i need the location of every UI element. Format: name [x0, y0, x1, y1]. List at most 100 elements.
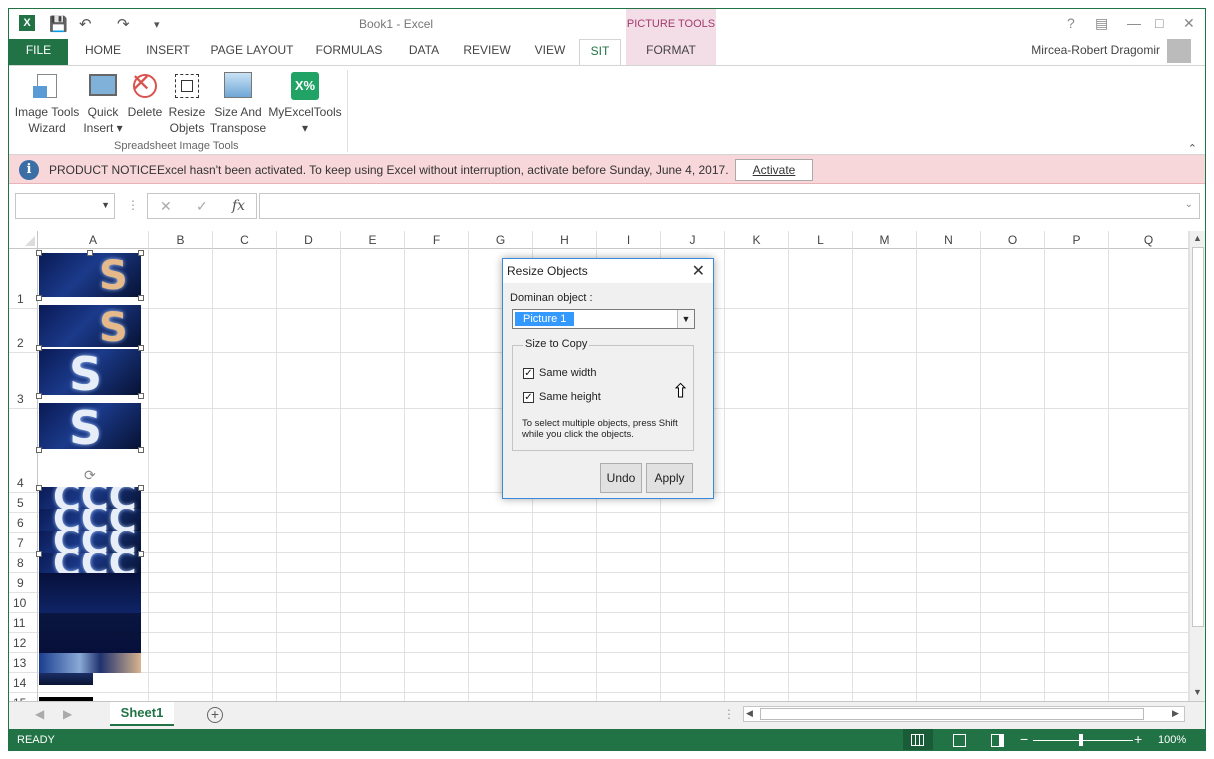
column-header-i[interactable]: I: [597, 231, 661, 249]
same-height-checkbox[interactable]: ✓: [523, 392, 534, 403]
picture[interactable]: CCC: [39, 509, 141, 531]
scroll-down-icon[interactable]: ▼: [1193, 687, 1202, 697]
horizontal-scrollbar[interactable]: ◀ ▶: [743, 706, 1185, 722]
chevron-down-icon[interactable]: ▼: [101, 200, 110, 210]
resize-handle[interactable]: [36, 485, 42, 491]
image-tools-wizard-button[interactable]: Image Tools Wizard: [13, 68, 81, 136]
column-header-j[interactable]: J: [661, 231, 725, 249]
vertical-scrollbar[interactable]: ▲ ▼: [1189, 231, 1205, 701]
row-header-3[interactable]: 3: [9, 353, 38, 409]
column-header-p[interactable]: P: [1045, 231, 1109, 249]
resize-handle[interactable]: [87, 250, 93, 256]
row-header-15[interactable]: 15: [9, 693, 38, 701]
tab-data[interactable]: DATA: [401, 39, 447, 65]
row-header-14[interactable]: 14: [9, 673, 38, 693]
user-name[interactable]: Mircea-Robert Dragomir: [1031, 43, 1160, 57]
row-header-2[interactable]: 2: [9, 309, 38, 353]
redo-icon[interactable]: ↷: [117, 15, 130, 33]
resize-handle[interactable]: [36, 393, 42, 399]
picture[interactable]: [39, 573, 141, 613]
picture[interactable]: [39, 653, 141, 673]
rotate-handle-icon[interactable]: ⟳: [84, 467, 96, 484]
insert-function-icon[interactable]: fx: [232, 198, 245, 214]
tab-insert[interactable]: INSERT: [141, 39, 195, 65]
same-width-label[interactable]: Same width: [539, 367, 596, 379]
resize-handle[interactable]: [138, 393, 144, 399]
quick-insert-button[interactable]: Quick Insert ▾: [83, 68, 123, 136]
picture[interactable]: CCC: [39, 553, 141, 573]
undo-button[interactable]: Undo: [600, 463, 642, 493]
column-header-e[interactable]: E: [341, 231, 405, 249]
picture[interactable]: [39, 613, 141, 653]
column-header-n[interactable]: N: [917, 231, 981, 249]
name-box[interactable]: ▼: [15, 193, 115, 219]
hscroll-thumb[interactable]: [760, 708, 1144, 720]
picture[interactable]: S: [39, 403, 141, 449]
row-header-1[interactable]: 1: [9, 249, 38, 309]
tab-view[interactable]: VIEW: [527, 39, 573, 65]
new-sheet-icon[interactable]: +: [207, 707, 223, 723]
resize-handle[interactable]: [36, 345, 42, 351]
normal-view-icon[interactable]: [903, 729, 933, 750]
select-all-corner[interactable]: [9, 231, 38, 249]
apply-button[interactable]: Apply: [646, 463, 693, 493]
same-height-label[interactable]: Same height: [539, 391, 601, 403]
expand-formula-icon[interactable]: ⌄: [1185, 199, 1193, 210]
column-header-m[interactable]: M: [853, 231, 917, 249]
undo-icon[interactable]: ↶: [79, 15, 92, 33]
column-header-h[interactable]: H: [533, 231, 597, 249]
tab-format[interactable]: FORMAT: [626, 39, 716, 65]
customize-qat-icon[interactable]: ▾: [154, 18, 160, 31]
page-break-view-icon[interactable]: [991, 734, 1004, 747]
help-icon[interactable]: ?: [1067, 15, 1075, 31]
zoom-slider-thumb[interactable]: [1079, 734, 1083, 746]
activate-button[interactable]: Activate: [735, 159, 813, 181]
splitter-icon[interactable]: ⋮: [723, 707, 735, 721]
tab-sit[interactable]: SIT: [579, 39, 621, 65]
scroll-up-icon[interactable]: ▲: [1193, 233, 1202, 243]
size-and-transpose-button[interactable]: Size And Transpose: [209, 68, 267, 136]
picture[interactable]: CCC: [39, 531, 141, 553]
picture[interactable]: S: [39, 305, 141, 347]
column-header-l[interactable]: L: [789, 231, 853, 249]
row-header-12[interactable]: 12: [9, 633, 38, 653]
column-header-c[interactable]: C: [213, 231, 277, 249]
scroll-right-icon[interactable]: ▶: [1172, 708, 1179, 719]
enter-icon[interactable]: ✓: [196, 198, 208, 215]
picture[interactable]: S: [39, 253, 141, 297]
row-header-10[interactable]: 10: [9, 593, 38, 613]
picture[interactable]: S: [39, 349, 141, 395]
ribbon-display-icon[interactable]: ▤: [1095, 15, 1108, 32]
tab-formulas[interactable]: FORMULAS: [309, 39, 389, 65]
column-header-k[interactable]: K: [725, 231, 789, 249]
resize-handle[interactable]: [138, 250, 144, 256]
same-width-checkbox[interactable]: ✓: [523, 368, 534, 379]
row-header-7[interactable]: 7: [9, 533, 38, 553]
resize-objets-button[interactable]: Resize Objets: [167, 68, 207, 136]
prev-sheet-icon[interactable]: ◀: [35, 707, 44, 721]
tab-home[interactable]: HOME: [77, 39, 129, 65]
resize-handle[interactable]: [138, 447, 144, 453]
maximize-icon[interactable]: □: [1155, 15, 1163, 31]
tab-file[interactable]: FILE: [9, 39, 68, 65]
zoom-slider[interactable]: [1033, 740, 1133, 741]
resize-handle[interactable]: [138, 551, 144, 557]
formula-input[interactable]: ⌄: [259, 193, 1200, 219]
picture[interactable]: CCC: [39, 487, 141, 509]
close-icon[interactable]: ✕: [1183, 15, 1195, 32]
sheet-tab-sheet1[interactable]: Sheet1: [110, 702, 174, 726]
column-header-b[interactable]: B: [149, 231, 213, 249]
row-header-6[interactable]: 6: [9, 513, 38, 533]
minimize-icon[interactable]: —: [1127, 15, 1141, 31]
row-header-5[interactable]: 5: [9, 493, 38, 513]
column-header-o[interactable]: O: [981, 231, 1045, 249]
column-header-a[interactable]: A: [38, 231, 149, 249]
scroll-left-icon[interactable]: ◀: [746, 708, 753, 719]
row-header-11[interactable]: 11: [9, 613, 38, 633]
avatar[interactable]: [1167, 39, 1191, 63]
row-header-4[interactable]: 4: [9, 409, 38, 493]
delete-button[interactable]: ✕ Delete: [125, 68, 165, 120]
tab-page-layout[interactable]: PAGE LAYOUT: [207, 39, 297, 65]
next-sheet-icon[interactable]: ▶: [63, 707, 72, 721]
column-header-g[interactable]: G: [469, 231, 533, 249]
